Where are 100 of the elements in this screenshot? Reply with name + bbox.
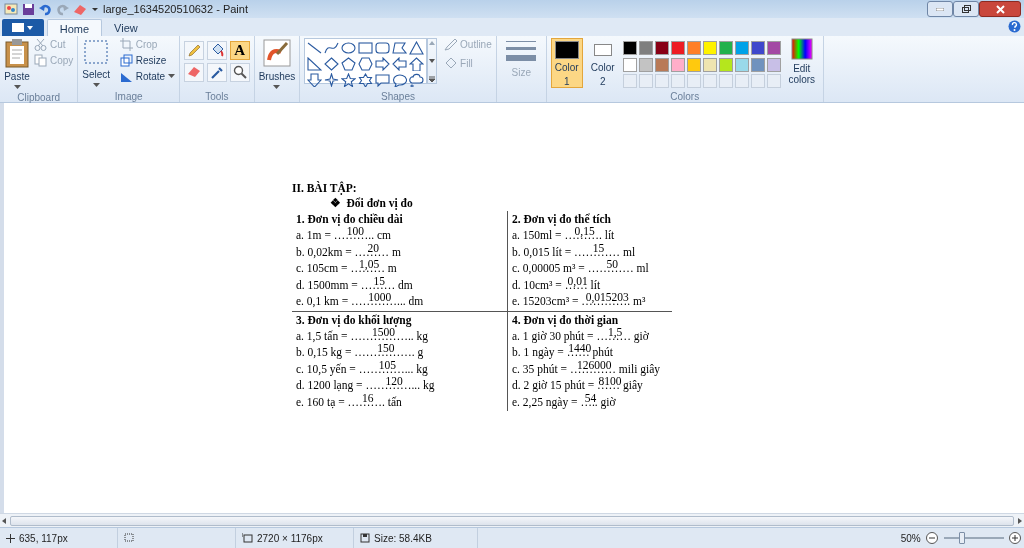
color-swatch[interactable] <box>766 57 781 72</box>
five-point-star-shape-icon[interactable] <box>341 73 357 87</box>
text-tool-button[interactable]: A <box>229 40 250 60</box>
line-shape-icon[interactable] <box>307 41 323 55</box>
cloud-callout-shape-icon[interactable] <box>409 73 425 87</box>
color-slot-button[interactable]: Color 1 <box>550 38 583 88</box>
handwritten-answer: 100 <box>346 225 364 238</box>
group-label: Image <box>113 90 144 102</box>
color-swatch[interactable] <box>750 40 765 55</box>
left-arrow-shape-icon[interactable] <box>392 57 408 71</box>
close-button[interactable] <box>979 1 1022 17</box>
ribbon-tab[interactable]: View <box>102 19 150 36</box>
color-swatch[interactable] <box>734 40 749 55</box>
save-icon[interactable] <box>22 2 35 16</box>
color-slot-button[interactable]: Color 2 <box>586 38 619 88</box>
exercise-line: e. 2,25 ngày = ….. 54 giờ <box>512 393 617 410</box>
right-arrow-shape-icon[interactable] <box>375 57 391 71</box>
exercise-line: a. 1,5 tấn = …………….. 1500 kg <box>296 327 429 344</box>
section-title: 4. Đơn vị đo thời gian <box>512 312 620 328</box>
color-swatch[interactable] <box>686 40 701 55</box>
picker-tool-button[interactable] <box>206 62 227 82</box>
right-triangle-shape-icon[interactable] <box>307 57 323 71</box>
rectangular-callout-shape-icon[interactable] <box>375 73 391 87</box>
paste-button[interactable]: Paste <box>4 38 30 90</box>
image.resize-button[interactable]: Resize <box>119 53 176 67</box>
group-label: Shapes <box>380 90 416 102</box>
zoom-slider-thumb[interactable] <box>958 532 965 544</box>
handwritten-answer: 1,5 <box>607 325 623 339</box>
color-swatch[interactable] <box>670 40 685 55</box>
exercise-heading: II. BÀI TẬP: <box>292 181 358 196</box>
dropdown-arrow-icon[interactable] <box>91 5 99 13</box>
fill-tool-button[interactable] <box>206 40 227 60</box>
scroll-left-icon[interactable] <box>0 516 8 525</box>
eraser-icon <box>187 65 202 79</box>
color-swatch[interactable] <box>702 40 717 55</box>
down-arrow-shape-icon[interactable] <box>307 73 323 87</box>
zoom-level: 50% <box>900 531 921 546</box>
zoom-out-icon[interactable] <box>926 532 939 544</box>
fill-icon <box>444 56 458 70</box>
color-swatch[interactable] <box>718 40 733 55</box>
color-swatch[interactable] <box>654 40 669 55</box>
handwritten-answer: 15 <box>373 274 386 287</box>
restore-button[interactable] <box>953 1 980 17</box>
edit-colors-button[interactable]: Edit colors <box>784 38 819 89</box>
color-swatch[interactable] <box>622 40 637 55</box>
oval-shape-icon[interactable] <box>341 41 357 55</box>
color-spectrum-icon <box>790 38 813 60</box>
handwritten-answer: 54 <box>584 391 597 404</box>
triangle-shape-icon[interactable] <box>409 41 425 55</box>
diamond-shape-icon[interactable] <box>324 57 340 71</box>
dropdown-arrow-icon <box>13 85 21 90</box>
color-swatch[interactable] <box>670 57 685 72</box>
color-swatch[interactable] <box>734 57 749 72</box>
pencil-tool-button[interactable] <box>184 40 205 60</box>
image.rotate-button[interactable]: Rotate <box>119 69 176 83</box>
handwritten-answer: 126000 <box>577 358 612 371</box>
exercise-line: e. 160 tạ = ………. 16 tấn <box>296 393 403 410</box>
brushes-button[interactable]: Brushes <box>258 38 296 90</box>
up-arrow-shape-icon[interactable] <box>409 57 425 71</box>
magnifier-tool-button[interactable] <box>229 62 250 82</box>
section-title: 3. Đơn vị đo khối lượng <box>296 312 413 328</box>
file-size: Size: 58.4KB <box>374 531 432 546</box>
color-swatch[interactable] <box>718 57 733 72</box>
crop-icon <box>119 38 133 51</box>
polygon-shape-icon[interactable] <box>392 41 408 55</box>
color-swatch[interactable] <box>654 57 669 72</box>
ribbon-tab[interactable]: Home <box>46 19 103 36</box>
rounded-rectangle-shape-icon[interactable] <box>375 41 391 55</box>
hexagon-shape-icon[interactable] <box>358 57 374 71</box>
expand-icon[interactable] <box>428 76 437 83</box>
close-icon <box>995 4 1005 14</box>
group-label: Tools <box>204 90 230 102</box>
scroll-down-icon[interactable] <box>428 57 437 65</box>
six-point-star-shape-icon[interactable] <box>358 73 374 87</box>
exercise-line: c. 0,00005 m³ = ………… 50 ml <box>512 260 650 276</box>
undo-icon[interactable] <box>39 2 52 16</box>
oval-callout-shape-icon[interactable] <box>392 73 408 87</box>
curve-shape-icon[interactable] <box>324 41 340 55</box>
color-swatch[interactable] <box>638 40 653 55</box>
pentagon-shape-icon[interactable] <box>341 57 357 71</box>
resize-icon <box>119 53 133 67</box>
zoom-in-icon[interactable] <box>1009 532 1022 544</box>
scrollbar-thumb[interactable] <box>10 515 1014 526</box>
color-swatch[interactable] <box>622 57 637 72</box>
handwritten-answer: 1,05 <box>359 258 380 271</box>
scroll-right-icon[interactable] <box>1016 516 1024 525</box>
exercise-subheading: Đổi đơn vị đo <box>346 196 413 211</box>
exercise-line: c. 105cm = ……… 1,05 m <box>296 260 398 276</box>
color-swatch[interactable] <box>766 40 781 55</box>
color-swatch[interactable] <box>750 57 765 72</box>
color-swatch[interactable] <box>702 57 717 72</box>
file-menu-button[interactable] <box>2 19 44 36</box>
color-swatch[interactable] <box>638 57 653 72</box>
select-button[interactable]: Select <box>82 38 111 89</box>
window-title: large_1634520510632 - Paint <box>103 1 248 17</box>
four-point-star-shape-icon[interactable] <box>324 73 340 87</box>
eraser-tool-button[interactable] <box>184 62 205 82</box>
color-swatch[interactable] <box>686 57 701 72</box>
help-icon[interactable] <box>1008 20 1022 34</box>
exercise-line: d. 1500mm = ……… 15 dm <box>296 276 414 293</box>
